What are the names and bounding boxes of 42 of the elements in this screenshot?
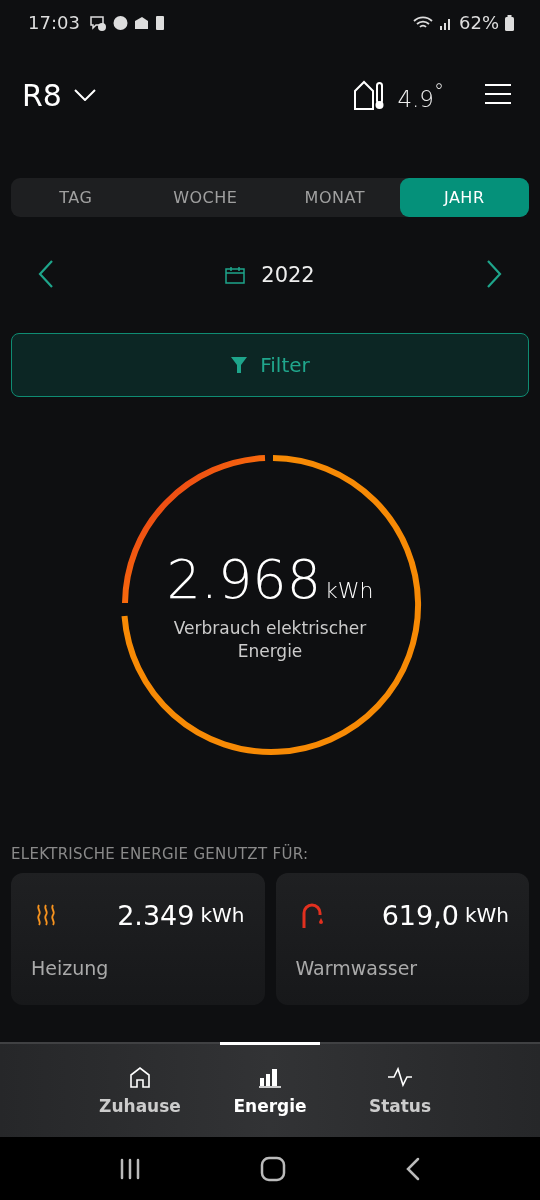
chevron-down-icon	[73, 89, 96, 101]
nav-tab[interactable]: Zuhause	[90, 1042, 190, 1137]
status-time: 17:03	[28, 12, 80, 33]
unit-label: kWh	[325, 577, 374, 603]
chevron-right-icon	[486, 259, 502, 288]
house-icon	[129, 1066, 151, 1088]
bar-chart-icon	[259, 1066, 281, 1088]
period-tab[interactable]: TAG	[11, 178, 141, 217]
home-selector[interactable]: R8	[22, 77, 96, 113]
usage-label: Warmwasser	[295, 957, 419, 979]
period-label: 2022	[261, 263, 315, 287]
period-tab[interactable]: MONAT	[270, 178, 400, 217]
phone-icon	[154, 14, 165, 31]
filter-icon	[230, 355, 249, 375]
total-consumption-value: 2.968	[166, 547, 322, 611]
period-tab[interactable]: WOCHE	[140, 178, 270, 217]
unit-label: kWh	[464, 903, 509, 927]
usage-value: 2.349	[117, 899, 195, 931]
chat-bubble-icon	[89, 13, 107, 32]
usage-value: 619,0	[381, 899, 459, 931]
back-icon[interactable]	[404, 1156, 421, 1181]
heating-icon	[35, 903, 57, 927]
filter-button[interactable]: Filter	[11, 333, 529, 397]
section-heading: ELEKTRISCHE ENERGIE GENUTZT FÜR:	[11, 845, 310, 863]
usage-label: Heizung	[31, 957, 110, 979]
pulse-icon	[387, 1066, 413, 1088]
nav-tab[interactable]: Status	[350, 1042, 450, 1137]
battery-icon	[505, 14, 514, 31]
envelope-icon	[133, 15, 149, 30]
battery-percentage: 62%	[459, 12, 499, 33]
outdoor-temperature: 4.9$^{°}$	[397, 78, 444, 112]
period-tab[interactable]: JAHR	[399, 178, 529, 217]
unit-label: kWh	[200, 903, 245, 927]
usage-card[interactable]: 619,0 kWh Warmwasser	[275, 873, 529, 1005]
home-icon[interactable]	[260, 1155, 286, 1182]
chevron-left-icon	[38, 259, 54, 288]
calendar-icon	[225, 266, 246, 284]
total-consumption-caption: Verbrauch elektrischer Energie	[172, 616, 368, 663]
recent-apps-icon[interactable]	[119, 1157, 142, 1180]
menu-icon	[484, 82, 512, 105]
usage-card[interactable]: 2.349 kWh Heizung	[11, 873, 265, 1005]
circle-icon	[112, 14, 128, 31]
